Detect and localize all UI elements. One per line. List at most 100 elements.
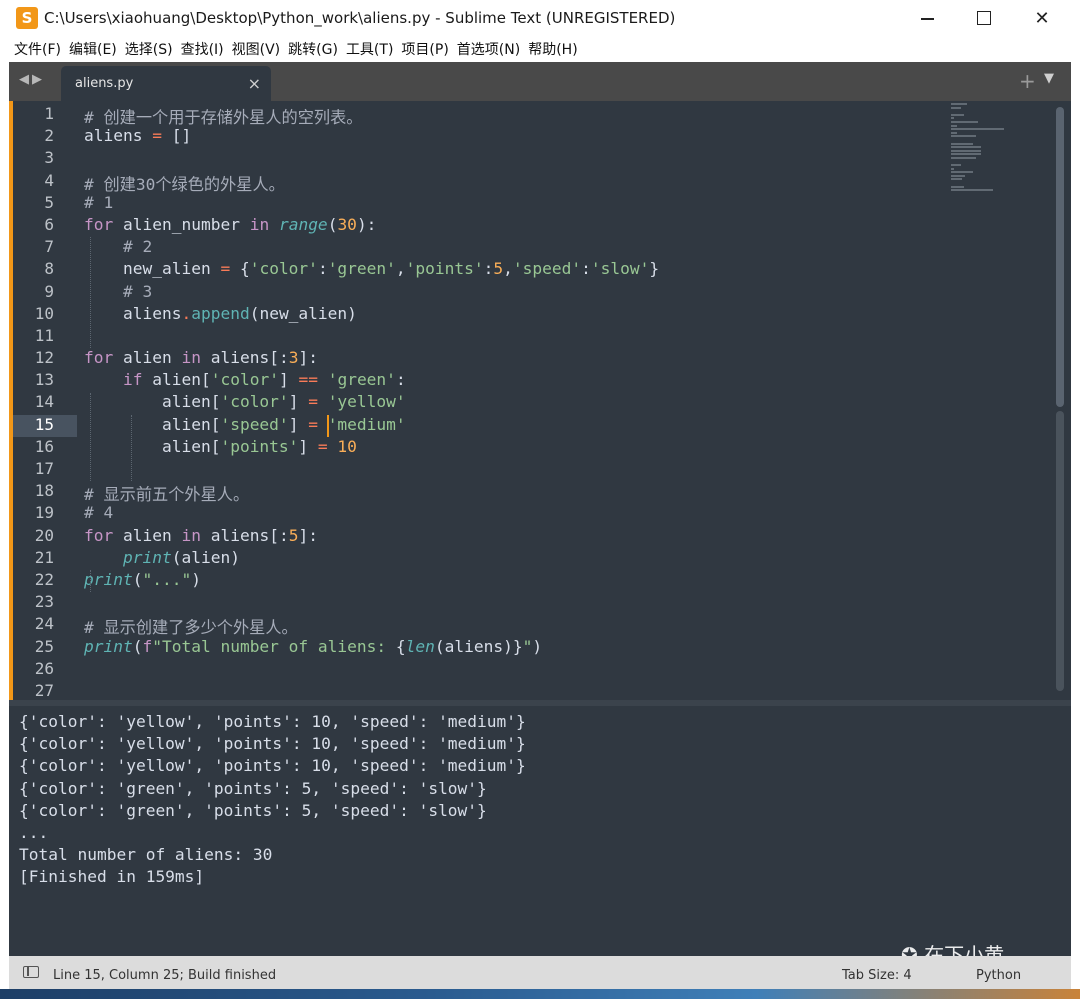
- code-line[interactable]: # 显示前五个外星人。: [84, 481, 944, 504]
- minimap-line: [951, 106, 961, 109]
- desktop-background: [0, 989, 1080, 999]
- code-line[interactable]: [84, 659, 944, 681]
- tab-nav-arrows-icon[interactable]: ◀▶: [19, 72, 45, 87]
- line-number: 23: [34, 592, 54, 612]
- new-tab-plus-icon[interactable]: +: [1019, 69, 1036, 93]
- code-line[interactable]: [84, 326, 944, 348]
- tab-menu-chevron-down-icon[interactable]: ▼: [1044, 71, 1054, 86]
- code-line[interactable]: # 创建一个用于存储外星人的空列表。: [84, 104, 944, 127]
- code-token: 5: [288, 525, 299, 545]
- menu-selection[interactable]: 选择(S): [125, 39, 173, 59]
- status-tab-size[interactable]: Tab Size: 4: [842, 968, 912, 983]
- menu-edit[interactable]: 编辑(E): [69, 39, 117, 59]
- code-token: ==: [298, 370, 318, 390]
- code-line[interactable]: # 3: [84, 282, 944, 304]
- editor-scrollbar-thumb[interactable]: [1056, 107, 1064, 407]
- menu-preferences[interactable]: 首选项(N): [457, 39, 520, 59]
- menu-file[interactable]: 文件(F): [14, 39, 61, 59]
- code-token: :: [395, 370, 406, 390]
- maximize-button[interactable]: [955, 0, 1013, 36]
- code-line[interactable]: # 4: [84, 503, 944, 525]
- code-token: 'yellow': [327, 392, 406, 412]
- code-token: (alien): [171, 547, 240, 567]
- menu-project[interactable]: 项目(P): [401, 39, 448, 59]
- code-line[interactable]: # 显示创建了多少个外星人。: [84, 614, 944, 637]
- code-token: in: [181, 348, 201, 368]
- code-line[interactable]: for alien_number in range(30):: [84, 215, 944, 237]
- minimap-line: [951, 146, 981, 149]
- code-line[interactable]: aliens = []: [84, 126, 944, 148]
- line-number: 12: [34, 348, 54, 368]
- minimize-button[interactable]: [898, 0, 956, 36]
- menu-view[interactable]: 视图(V): [232, 39, 281, 59]
- tab-close-icon[interactable]: ×: [248, 74, 261, 93]
- code-line[interactable]: for alien in aliens[:3]:: [84, 348, 944, 370]
- minimap-line: [951, 120, 978, 123]
- code-line[interactable]: alien['color'] = 'yellow': [84, 392, 944, 414]
- minimap-line: [951, 174, 966, 177]
- code-line[interactable]: alien['speed'] = 'medium': [84, 415, 944, 437]
- code-token: ]: [298, 436, 318, 456]
- code-line[interactable]: for alien in aliens[:5]:: [84, 526, 944, 548]
- status-syntax[interactable]: Python: [976, 968, 1021, 983]
- minimap[interactable]: [951, 103, 1015, 192]
- code-line[interactable]: print(alien): [84, 548, 944, 570]
- code-line[interactable]: [84, 592, 944, 614]
- code-line[interactable]: alien['points'] = 10: [84, 437, 944, 459]
- code-token: in: [181, 525, 201, 545]
- menu-goto[interactable]: 跳转(G): [288, 39, 338, 59]
- code-token: 'points': [220, 436, 299, 456]
- code-token: (aliens)}: [434, 636, 523, 656]
- code-line[interactable]: if alien['color'] == 'green':: [84, 370, 944, 392]
- code-line[interactable]: # 1: [84, 193, 944, 215]
- code-token: aliens[:: [200, 348, 289, 368]
- indent-guide: [90, 237, 91, 349]
- code-line[interactable]: aliens.append(new_alien): [84, 304, 944, 326]
- code-token: if: [122, 370, 143, 390]
- code-line[interactable]: [84, 148, 944, 170]
- tab-aliens-py[interactable]: aliens.py ×: [61, 66, 271, 101]
- code-token: {: [230, 259, 250, 279]
- code-line[interactable]: # 2: [84, 237, 944, 259]
- code-token: 'color': [220, 392, 289, 412]
- panel-toggle-icon[interactable]: [23, 966, 39, 978]
- code-editor[interactable]: 1 2 3 4 5 6 7 8 9 10 11 12 13 14 15 16 17 18 19 20 21 22 23 24 2…: [9, 101, 1071, 700]
- code-token: ): [532, 636, 543, 656]
- code-token: []: [161, 126, 192, 146]
- output-line: ...: [19, 822, 49, 842]
- code-line[interactable]: print(f"Total number of aliens: {len(ali…: [84, 637, 944, 659]
- output-line: {'color': 'green', 'points': 5, 'speed':…: [19, 778, 487, 798]
- line-number: 27: [34, 680, 54, 700]
- line-number: 18: [34, 481, 54, 501]
- code-line[interactable]: new_alien = {'color':'green','points':5,…: [84, 259, 944, 281]
- minimap-line: [951, 128, 1005, 131]
- output-line: {'color': 'yellow', 'points': 10, 'speed…: [19, 712, 526, 731]
- output-line: {'color': 'yellow', 'points': 10, 'speed…: [19, 734, 526, 754]
- code-line[interactable]: # 创建30个绿色的外星人。: [84, 171, 944, 194]
- editor-scrollbar-track[interactable]: [1056, 411, 1064, 691]
- build-output-panel[interactable]: {'color': 'yellow', 'points': 10, 'speed…: [9, 700, 1071, 967]
- menu-find[interactable]: 查找(I): [181, 39, 224, 59]
- code-area[interactable]: # 创建一个用于存储外星人的空列表。 aliens = [] # 创建30个绿色的外…: [84, 104, 944, 700]
- code-line[interactable]: [84, 681, 944, 700]
- line-number: 19: [34, 503, 54, 523]
- code-line[interactable]: [84, 459, 944, 481]
- minimap-line: [951, 149, 981, 152]
- menu-help[interactable]: 帮助(H): [528, 39, 577, 59]
- code-token: alien: [113, 348, 182, 368]
- code-token: # 3: [122, 281, 153, 301]
- line-number: 13: [34, 370, 54, 390]
- code-token: aliens: [84, 303, 182, 323]
- code-token: alien[: [142, 370, 211, 390]
- minimap-line: [951, 167, 954, 170]
- line-number-gutter: 1 2 3 4 5 6 7 8 9 10 11 12 13 14 15 16 17 18 19 20 21 22 23 24 2…: [13, 104, 77, 700]
- line-number: 11: [34, 325, 54, 345]
- close-window-button[interactable]: ✕: [1013, 0, 1071, 36]
- window-title: C:\Users\xiaohuang\Desktop\Python_work\a…: [44, 9, 676, 27]
- code-line[interactable]: print("..."): [84, 570, 944, 592]
- minimap-line: [951, 185, 964, 188]
- menu-tools[interactable]: 工具(T): [346, 39, 393, 59]
